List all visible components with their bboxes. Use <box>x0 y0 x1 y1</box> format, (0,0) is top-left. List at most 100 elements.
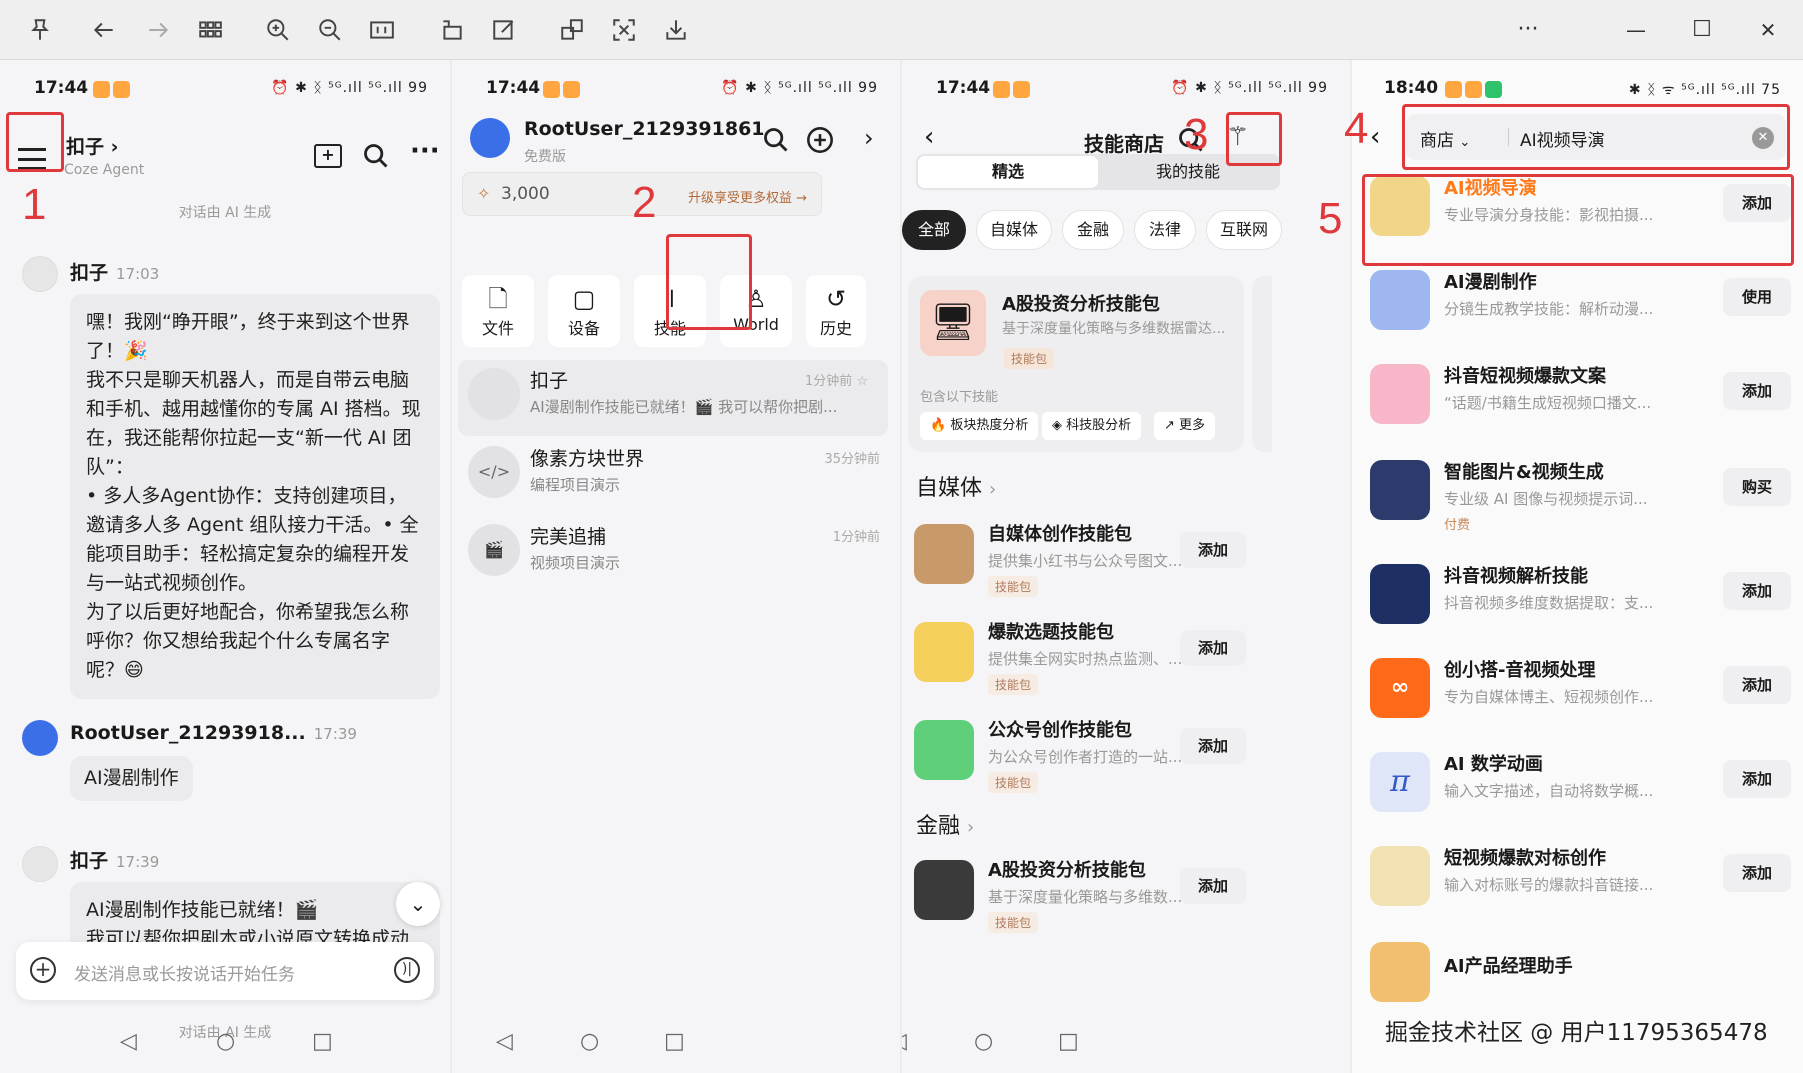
nav-home-icon[interactable]: ○ <box>216 1029 235 1054</box>
pin-icon[interactable] <box>24 14 56 46</box>
skill-desc: 提供集小红书与公众号图文... <box>988 552 1183 570</box>
nav-home-icon[interactable]: ○ <box>974 1029 993 1054</box>
section-finance[interactable]: 金融 › <box>916 808 974 840</box>
conversation-row[interactable]: </> 像素方块世界 编程项目演示 35分钟前 <box>452 438 900 514</box>
zoom-out-icon[interactable] <box>314 14 346 46</box>
agent-title[interactable]: 扣子 › <box>66 132 118 159</box>
add-button[interactable]: 添加 <box>1180 532 1246 568</box>
crop-icon[interactable] <box>608 14 640 46</box>
filter-chip-finance[interactable]: 金融 <box>1062 210 1124 250</box>
search-icon[interactable] <box>362 142 390 170</box>
add-button[interactable]: 添加 <box>1180 630 1246 666</box>
skill-title: AI产品经理助手 <box>1444 956 1573 977</box>
add-button[interactable]: 添加 <box>1723 572 1791 610</box>
nav-back-icon[interactable]: ◁ <box>496 1029 513 1054</box>
included-skill-chip[interactable]: ◈ 科技股分析 <box>1042 412 1142 440</box>
edit-icon[interactable] <box>488 14 520 46</box>
skill-row[interactable]: 公众号创作技能包 为公众号创作者打造的一站... 技能包 添加 <box>902 714 1350 806</box>
status-icons: ⏰ ✱ ᛝ ⁵ᴳ.ıll ⁵ᴳ.ıll 99 <box>721 80 878 96</box>
rotate-icon[interactable] <box>436 14 468 46</box>
devices-button[interactable]: ▢ 设备 <box>548 275 620 347</box>
search-result-row[interactable]: AI漫剧制作 分镜生成教学技能：解析动漫... 使用 <box>1352 266 1803 360</box>
close-button[interactable]: ✕ <box>1752 14 1784 46</box>
filter-chip-law[interactable]: 法律 <box>1134 210 1196 250</box>
user-message-bubble: AI漫剧制作 <box>70 756 193 801</box>
maximize-button[interactable]: ☐ <box>1686 14 1718 46</box>
minimize-button[interactable]: — <box>1620 14 1652 46</box>
skill-row[interactable]: A股投资分析技能包 基于深度量化策略与多维数... 技能包 添加 <box>902 854 1350 946</box>
nav-recents-icon[interactable]: □ <box>664 1029 685 1054</box>
page-title: 技能商店 <box>1084 132 1164 156</box>
skill-title: 自媒体创作技能包 <box>988 524 1132 545</box>
add-button[interactable]: 添加 <box>1180 868 1246 904</box>
more-skills-chip[interactable]: ↗ 更多 <box>1154 412 1216 440</box>
skill-pack-tag: 技能包 <box>988 576 1039 597</box>
skill-row[interactable]: 自媒体创作技能包 提供集小红书与公众号图文... 技能包 添加 <box>902 518 1350 610</box>
search-result-row[interactable]: AI产品经理助手 <box>1352 932 1803 1026</box>
conversation-row[interactable]: 扣子 AI漫剧制作技能已就绪！🎬 我可以帮你把剧... 1分钟前 ☆ <box>458 360 888 436</box>
nav-recents-icon[interactable]: □ <box>1058 1029 1079 1054</box>
nav-back-icon[interactable]: ◁ <box>120 1029 137 1054</box>
search-icon[interactable] <box>762 126 790 154</box>
actual-size-icon[interactable] <box>366 14 398 46</box>
search-result-row[interactable]: 短视频爆款对标创作 输入对标账号的爆款抖音链接... 添加 <box>1352 842 1803 936</box>
skill-title: 智能图片&视频生成 <box>1444 462 1604 483</box>
message-sender: 扣子 17:39 <box>70 846 159 873</box>
notification-icon <box>563 81 580 98</box>
more-icon[interactable]: ··· <box>1512 14 1544 46</box>
status-bar: 17:44 ⏰ ✱ ᛝ ⁵ᴳ.ıll ⁵ᴳ.ıll 99 <box>902 78 1350 104</box>
notification-icon <box>1465 81 1482 98</box>
skill-title: 短视频爆款对标创作 <box>1444 848 1606 869</box>
nav-back-icon[interactable]: ◁ <box>902 1029 907 1054</box>
history-button[interactable]: ↺ 历史 <box>806 275 866 347</box>
files-button[interactable]: 🗋 文件 <box>462 275 534 347</box>
add-button[interactable]: 添加 <box>1723 760 1791 798</box>
search-result-row[interactable]: 智能图片&视频生成 专业级 AI 图像与视频提示词... 付费 购买 <box>1352 456 1803 560</box>
filter-chip-internet[interactable]: 互联网 <box>1206 210 1282 250</box>
add-button[interactable]: 添加 <box>1723 372 1791 410</box>
search-result-row[interactable]: π AI 数学动画 输入文字描述，自动将数学概... 添加 <box>1352 748 1803 842</box>
zoom-in-icon[interactable] <box>262 14 294 46</box>
book-icon <box>1370 364 1430 424</box>
grid-icon[interactable] <box>194 14 226 46</box>
message-time: 17:39 <box>313 725 357 743</box>
message-input[interactable]: 发送消息或长按说话开始任务 <box>74 960 295 985</box>
section-media[interactable]: 自媒体 › <box>916 470 996 502</box>
featured-skill-card[interactable]: 🖥 A股投资分析技能包 基于深度量化策略与多维数据雷达... 技能包 包含以下技… <box>908 276 1244 452</box>
conversation-row[interactable]: 🎬 完美追捕 视频项目演示 1分钟前 <box>452 516 900 592</box>
new-folder-icon[interactable]: + <box>314 144 342 168</box>
forward-arrow-icon[interactable] <box>142 14 174 46</box>
back-icon[interactable]: ‹ <box>1370 122 1380 152</box>
monitor-chart-icon <box>914 860 974 920</box>
chevron-right-icon[interactable]: › <box>864 124 874 152</box>
add-button[interactable]: 添加 <box>1723 666 1791 704</box>
upgrade-link[interactable]: 升级享受更多权益 → <box>688 187 807 206</box>
tab-featured[interactable]: 精选 <box>918 156 1098 188</box>
search-result-row[interactable]: 抖音视频解析技能 抖音视频多维度数据提取：支... 添加 <box>1352 560 1803 654</box>
nav-recents-icon[interactable]: □ <box>312 1029 333 1054</box>
message-input-bar[interactable]: + 发送消息或长按说话开始任务 )| <box>16 942 434 1000</box>
compare-icon[interactable] <box>556 14 588 46</box>
search-result-row[interactable]: 抖音短视频爆款文案 “话题/书籍生成短视频口播文... 添加 <box>1352 360 1803 454</box>
buy-button[interactable]: 购买 <box>1723 468 1791 506</box>
back-arrow-icon[interactable] <box>88 14 120 46</box>
download-icon[interactable] <box>660 14 692 46</box>
add-attachment-icon[interactable]: + <box>30 957 56 983</box>
nav-home-icon[interactable]: ○ <box>580 1029 599 1054</box>
voice-icon[interactable]: )| <box>394 957 420 983</box>
add-icon[interactable] <box>806 126 834 154</box>
user-avatar[interactable] <box>470 118 510 158</box>
more-options-icon[interactable]: ··· <box>410 136 440 166</box>
filter-chip-all[interactable]: 全部 <box>902 210 966 250</box>
skill-row[interactable]: 爆款选题技能包 提供集全网实时热点监测、... 技能包 添加 <box>902 616 1350 708</box>
filter-chip-media[interactable]: 自媒体 <box>976 210 1052 250</box>
use-button[interactable]: 使用 <box>1723 278 1791 316</box>
scroll-down-button[interactable]: ⌄ <box>396 882 440 926</box>
add-button[interactable]: 添加 <box>1723 854 1791 892</box>
included-skill-chip[interactable]: 🔥 板块热度分析 <box>920 412 1039 440</box>
back-icon[interactable]: ‹ <box>924 122 934 152</box>
search-result-row[interactable]: ∞ 创小搭-音视频处理 专为自媒体博主、短视频创作... 添加 <box>1352 654 1803 748</box>
add-button[interactable]: 添加 <box>1180 728 1246 764</box>
step-number: 3 <box>1184 110 1209 159</box>
skill-title: 爆款选题技能包 <box>988 622 1114 643</box>
